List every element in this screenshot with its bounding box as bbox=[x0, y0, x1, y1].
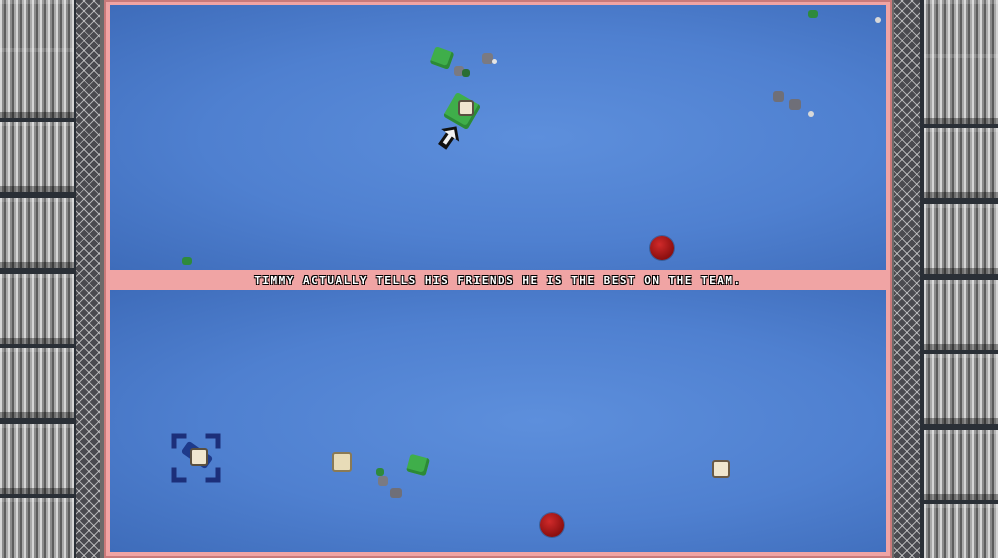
bleacher-block bbox=[924, 280, 998, 350]
beige-player bbox=[332, 452, 352, 472]
bleacher-block bbox=[924, 430, 998, 500]
bleacher-block bbox=[0, 122, 74, 192]
bleacher-block bbox=[924, 504, 998, 558]
rock bbox=[390, 488, 402, 498]
bush bbox=[376, 468, 384, 476]
bleacher-block bbox=[924, 354, 998, 424]
chain-link-fence bbox=[894, 0, 920, 558]
bleacher-block bbox=[924, 54, 998, 124]
pebble bbox=[808, 111, 814, 117]
arena: Timmy actually tells his friends he is t… bbox=[104, 0, 892, 558]
white-team-player bbox=[712, 460, 730, 478]
bush bbox=[808, 10, 818, 18]
bleacher-block bbox=[924, 128, 998, 198]
left-stands bbox=[0, 0, 108, 558]
bush bbox=[182, 257, 192, 265]
field-top-half bbox=[110, 5, 886, 270]
rock bbox=[789, 99, 801, 110]
player-head bbox=[190, 448, 208, 466]
direction-arrow-icon bbox=[438, 126, 460, 150]
bush bbox=[462, 69, 470, 77]
pebble bbox=[492, 59, 497, 64]
rock bbox=[378, 476, 388, 486]
field-bottom-half bbox=[110, 290, 886, 552]
bleacher-block bbox=[0, 498, 74, 558]
chain-link-fence bbox=[76, 0, 102, 558]
commentary-caption: Timmy actually tells his friends he is t… bbox=[254, 273, 742, 287]
bleacher-block bbox=[0, 198, 74, 268]
red-ball bbox=[540, 513, 564, 537]
pebble bbox=[875, 17, 881, 23]
red-ball bbox=[650, 236, 674, 260]
bush bbox=[406, 453, 430, 477]
rock bbox=[773, 91, 784, 102]
right-stands bbox=[888, 0, 998, 558]
bush bbox=[429, 46, 455, 70]
bleacher-block bbox=[924, 204, 998, 274]
bleacher-block bbox=[0, 274, 74, 344]
bleacher-block bbox=[0, 348, 74, 418]
bleacher-block bbox=[0, 424, 74, 494]
bleacher-block bbox=[0, 48, 74, 118]
player-head bbox=[458, 100, 474, 116]
